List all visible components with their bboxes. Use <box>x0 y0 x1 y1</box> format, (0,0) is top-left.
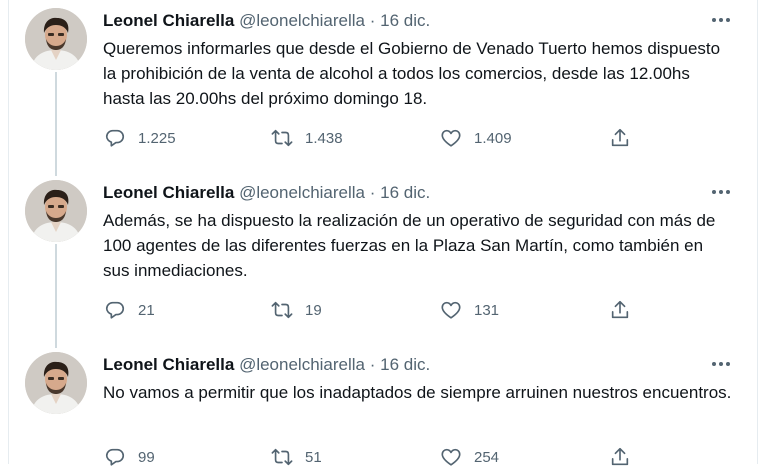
like-button[interactable]: 254 <box>440 445 499 469</box>
author-name[interactable]: Leonel Chiarella <box>103 11 234 30</box>
share-icon <box>611 447 629 466</box>
reply-count: 21 <box>138 301 155 319</box>
reply-count: 1.225 <box>138 129 176 147</box>
tweet-text: Además, se ha dispuesto la realización d… <box>103 211 716 280</box>
more-options-icon[interactable] <box>708 12 734 28</box>
like-count: 131 <box>474 301 500 319</box>
retweet-count: 1.438 <box>305 129 343 147</box>
tweet[interactable]: Leonel Chiarella @leonelchiarella · 16 d… <box>0 344 770 466</box>
tweet-text: Queremos informarles que desde el Gobier… <box>103 39 721 108</box>
tweet-text: No vamos a permitir que los inadaptados … <box>103 383 732 402</box>
reply-icon <box>105 448 125 466</box>
author-handle[interactable]: @leonelchiarella <box>239 183 365 202</box>
heart-icon <box>441 301 461 319</box>
author-handle[interactable]: @leonelchiarella <box>239 11 365 30</box>
like-button[interactable]: 131 <box>440 298 499 322</box>
like-count: 254 <box>474 448 500 466</box>
reply-icon <box>105 129 125 147</box>
avatar[interactable] <box>25 180 87 242</box>
author-handle[interactable]: @leonelchiarella <box>239 355 365 374</box>
tweet-actions: 1.225 1.438 1.409 <box>0 126 770 150</box>
retweet-icon <box>271 448 293 466</box>
separator-dot: · <box>369 355 376 374</box>
share-button[interactable] <box>609 445 631 469</box>
share-button[interactable] <box>609 126 631 150</box>
tweet-date[interactable]: 16 dic. <box>380 183 430 202</box>
reply-button[interactable]: 99 <box>104 445 155 469</box>
tweet-header: Leonel Chiarella @leonelchiarella · 16 d… <box>103 10 430 32</box>
more-options-icon[interactable] <box>708 184 734 200</box>
retweet-count: 51 <box>305 448 322 466</box>
tweet-actions: 99 51 254 <box>0 445 770 469</box>
tweet-actions: 21 19 131 <box>0 298 770 322</box>
retweet-count: 19 <box>305 301 322 319</box>
retweet-button[interactable]: 19 <box>271 298 322 322</box>
heart-icon <box>441 129 461 147</box>
separator-dot: · <box>369 11 376 30</box>
retweet-button[interactable]: 1.438 <box>271 126 343 150</box>
avatar[interactable] <box>25 352 87 414</box>
retweet-icon <box>271 129 293 147</box>
share-icon <box>611 128 629 147</box>
heart-icon <box>441 448 461 466</box>
reply-button[interactable]: 21 <box>104 298 155 322</box>
share-button[interactable] <box>609 298 631 322</box>
like-count: 1.409 <box>474 129 512 147</box>
retweet-button[interactable]: 51 <box>271 445 322 469</box>
tweet-date[interactable]: 16 dic. <box>380 11 430 30</box>
reply-icon <box>105 301 125 319</box>
tweet[interactable]: Leonel Chiarella @leonelchiarella · 16 d… <box>0 172 770 344</box>
tweet-header: Leonel Chiarella @leonelchiarella · 16 d… <box>103 354 430 376</box>
more-options-icon[interactable] <box>708 356 734 372</box>
tweet-header: Leonel Chiarella @leonelchiarella · 16 d… <box>103 182 430 204</box>
reply-button[interactable]: 1.225 <box>104 126 176 150</box>
author-name[interactable]: Leonel Chiarella <box>103 355 234 374</box>
share-icon <box>611 300 629 319</box>
retweet-icon <box>271 301 293 319</box>
tweet-date[interactable]: 16 dic. <box>380 355 430 374</box>
separator-dot: · <box>369 183 376 202</box>
like-button[interactable]: 1.409 <box>440 126 512 150</box>
avatar[interactable] <box>25 8 87 70</box>
author-name[interactable]: Leonel Chiarella <box>103 183 234 202</box>
tweet[interactable]: Leonel Chiarella @leonelchiarella · 16 d… <box>0 0 770 172</box>
reply-count: 99 <box>138 448 155 466</box>
